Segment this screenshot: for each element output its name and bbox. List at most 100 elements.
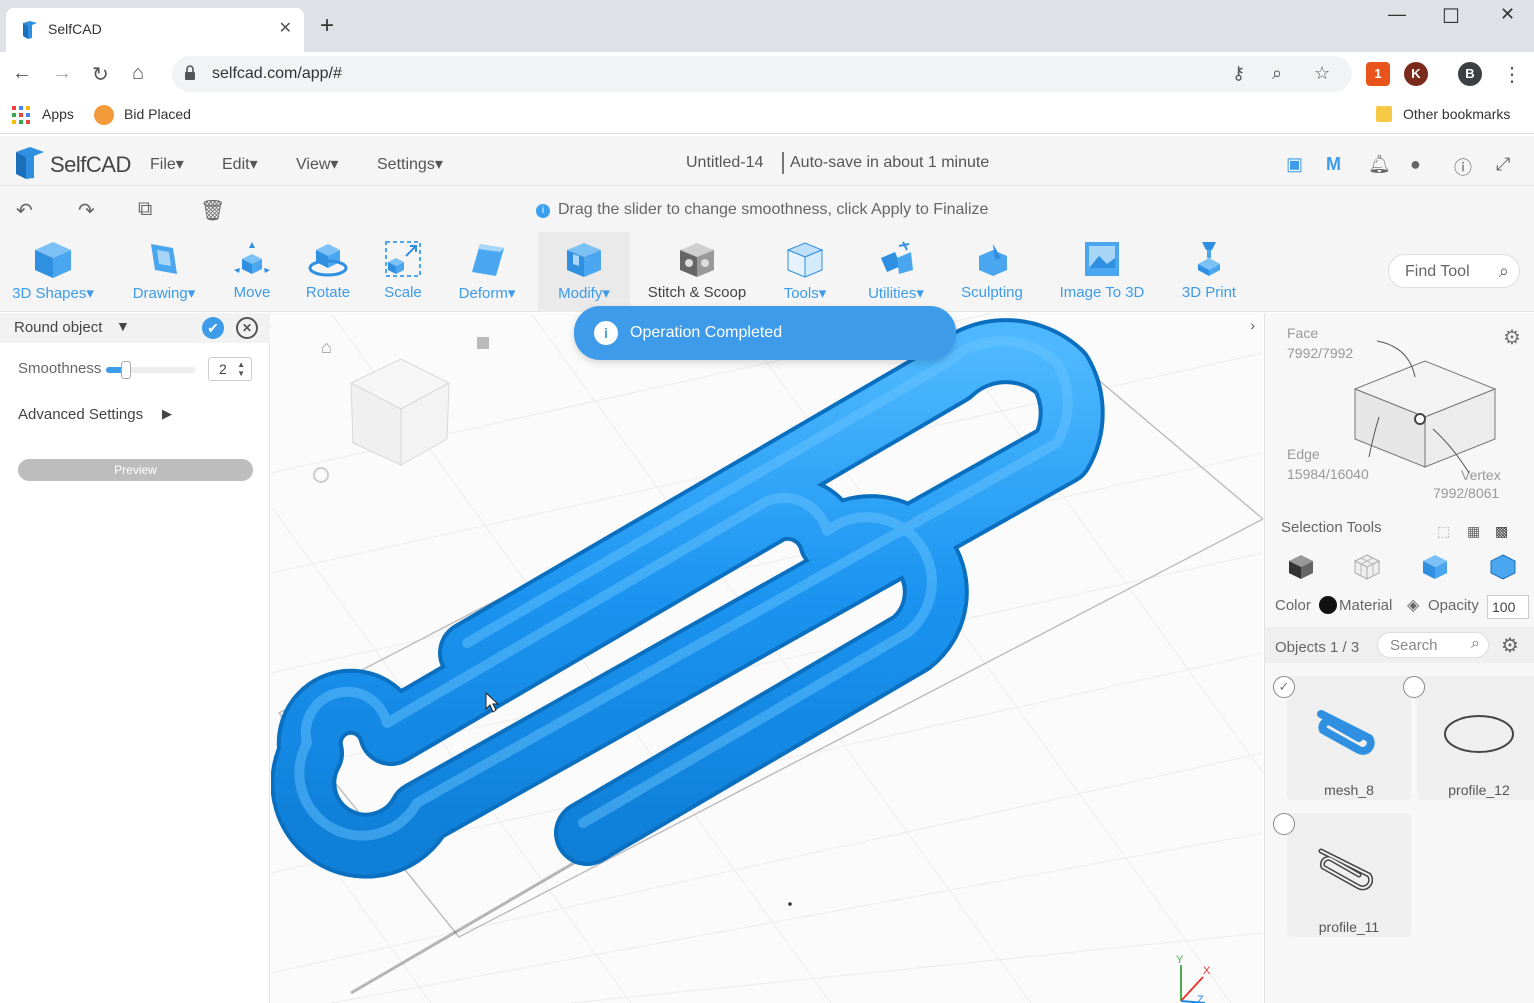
panel-collapse-icon[interactable]: ▼: [116, 318, 130, 334]
selection-mode-cube-icon[interactable]: [1349, 337, 1499, 477]
reload-icon[interactable]: ↻: [92, 62, 109, 87]
my-models-icon[interactable]: M: [1326, 154, 1341, 175]
redo-icon[interactable]: ↷: [78, 198, 95, 223]
profile-avatar[interactable]: B: [1458, 62, 1482, 86]
tool-modify[interactable]: Modify▾: [538, 232, 630, 312]
vertex-mode-icon[interactable]: [1489, 553, 1517, 581]
search-icon: ⌕: [1498, 261, 1509, 281]
document-title[interactable]: Untitled-14: [686, 154, 763, 172]
tool-tools[interactable]: Tools▾: [770, 232, 840, 312]
info-icon[interactable]: ⓘ: [1454, 154, 1472, 180]
smoothness-slider-handle[interactable]: [120, 361, 131, 379]
object-mode-icon[interactable]: [1287, 553, 1315, 581]
extension-k-icon[interactable]: K: [1404, 62, 1428, 86]
extension-badge: 1: [1374, 66, 1382, 81]
camera-icon[interactable]: [477, 337, 489, 349]
zoom-icon[interactable]: ⌕: [1272, 63, 1282, 84]
face-mode-icon[interactable]: [1421, 553, 1449, 581]
new-tab-icon[interactable]: +: [320, 14, 334, 38]
object-card[interactable]: ✓ mesh_8: [1273, 676, 1411, 800]
apps-grid-icon[interactable]: [12, 106, 30, 124]
object-card[interactable]: profile_11: [1273, 813, 1411, 937]
tool-rotate[interactable]: Rotate: [298, 232, 358, 312]
minimize-icon[interactable]: —: [1388, 4, 1406, 25]
maximize-icon[interactable]: ☐: [1442, 4, 1460, 29]
smoothness-slider[interactable]: [106, 361, 196, 379]
tool-scale[interactable]: Scale: [374, 232, 432, 312]
select-pointer-icon[interactable]: ⬚: [1437, 523, 1450, 540]
view-cube[interactable]: [349, 358, 451, 466]
object-card[interactable]: profile_12: [1403, 676, 1534, 800]
menu-file[interactable]: File▾: [150, 154, 184, 174]
bookmark-apps[interactable]: Apps: [42, 106, 74, 122]
tab-close-icon[interactable]: ✕: [279, 18, 292, 38]
copy-icon[interactable]: ⧉: [138, 198, 152, 221]
user-icon[interactable]: ●: [1410, 154, 1421, 175]
operation-toast: i Operation Completed: [574, 306, 956, 360]
notifications-icon[interactable]: 🔔︎: [1368, 154, 1391, 175]
delete-icon[interactable]: 🗑︎: [200, 198, 225, 223]
cancel-button[interactable]: ✕: [236, 317, 258, 339]
object-checkbox[interactable]: [1273, 813, 1295, 835]
url-text[interactable]: selfcad.com/app/#: [212, 65, 342, 83]
tool-image-to-3d[interactable]: Image To 3D: [1054, 232, 1150, 312]
stitch-scoop-icon: [680, 243, 714, 277]
menu-edit[interactable]: Edit▾: [222, 154, 258, 174]
browser-tab[interactable]: SelfCAD ✕: [6, 8, 304, 52]
smoothness-stepper[interactable]: 2 ▲ ▼: [208, 357, 252, 381]
object-name: profile_12: [1448, 782, 1510, 798]
find-tool-input[interactable]: Find Tool ⌕: [1388, 254, 1520, 288]
bookmark-bid-placed[interactable]: Bid Placed: [124, 106, 191, 122]
object-checkbox-checked[interactable]: ✓: [1273, 676, 1295, 698]
home-view-icon[interactable]: ⌂: [321, 337, 332, 357]
browser-menu-icon[interactable]: ⋮: [1502, 62, 1522, 87]
select-mesh-icon[interactable]: ▩: [1495, 523, 1508, 540]
tool-3d-print[interactable]: 3D Print: [1172, 232, 1246, 312]
undo-icon[interactable]: ↶: [16, 198, 33, 223]
advanced-settings-toggle[interactable]: Advanced Settings: [18, 406, 143, 423]
tool-3d-shapes[interactable]: 3D Shapes▾: [8, 232, 98, 312]
material-label[interactable]: Material: [1339, 597, 1392, 614]
bookmark-star-icon[interactable]: ☆: [1314, 63, 1330, 84]
opacity-stepper[interactable]: 100: [1487, 595, 1529, 619]
extension-icon[interactable]: 1: [1366, 62, 1390, 86]
key-icon[interactable]: ⚷: [1232, 63, 1245, 84]
stepper-arrows-icon[interactable]: ▲ ▼: [237, 360, 245, 378]
scene-canvas[interactable]: ⌂ Y X Z: [271, 313, 1263, 1003]
menu-view[interactable]: View▾: [296, 154, 338, 174]
omnibox[interactable]: selfcad.com/app/# ⚷ ⌕ ☆: [172, 56, 1352, 92]
objects-settings-icon[interactable]: ⚙: [1501, 633, 1519, 658]
fullscreen-icon[interactable]: ⤢: [1496, 154, 1510, 175]
tool-stitch-scoop[interactable]: Stitch & Scoop: [640, 232, 754, 312]
select-object-icon[interactable]: ▦: [1467, 523, 1480, 540]
gear-icon[interactable]: ⚙: [1503, 325, 1521, 350]
tool-deform[interactable]: Deform▾: [448, 232, 526, 312]
tool-drawing[interactable]: Drawing▾: [124, 232, 204, 312]
tool-move[interactable]: Move: [222, 232, 282, 312]
mesh-mode-icon[interactable]: [1353, 553, 1381, 581]
bookmark-other[interactable]: Other bookmarks: [1403, 106, 1510, 122]
expand-triangle-icon[interactable]: ▶: [162, 406, 172, 422]
autosave-status: Auto-save in about 1 minute: [790, 154, 990, 171]
orbit-icon[interactable]: [313, 467, 329, 483]
collapse-right-panel-icon[interactable]: ›: [1250, 317, 1255, 333]
object-name: mesh_8: [1324, 782, 1374, 798]
save-icon[interactable]: ▣: [1286, 154, 1303, 175]
material-icon[interactable]: ◈: [1407, 595, 1419, 615]
tool-modify-text: Modify: [558, 285, 603, 302]
object-checkbox[interactable]: [1403, 676, 1425, 698]
tool-sculpting[interactable]: Sculpting: [954, 232, 1030, 312]
round-object-panel: Round object ▼ ✔ ✕ ‹ Smoothness 2 ▲▼ Adv…: [0, 313, 275, 1003]
color-swatch[interactable]: [1319, 596, 1337, 614]
3d-viewport[interactable]: ⌂ Y X Z ›: [271, 313, 1263, 1003]
tool-utilities[interactable]: Utilities▾: [858, 232, 934, 312]
home-icon[interactable]: ⌂: [132, 62, 144, 85]
menu-settings[interactable]: Settings▾: [377, 154, 443, 174]
back-icon[interactable]: ←: [12, 62, 32, 85]
apply-button[interactable]: ✔: [202, 317, 224, 339]
objects-search-input[interactable]: Search ⌕: [1377, 632, 1489, 658]
close-window-icon[interactable]: ✕: [1500, 4, 1515, 25]
forward-icon[interactable]: →: [52, 62, 72, 85]
profile-initial: B: [1465, 66, 1475, 81]
preview-button[interactable]: Preview: [18, 459, 253, 481]
